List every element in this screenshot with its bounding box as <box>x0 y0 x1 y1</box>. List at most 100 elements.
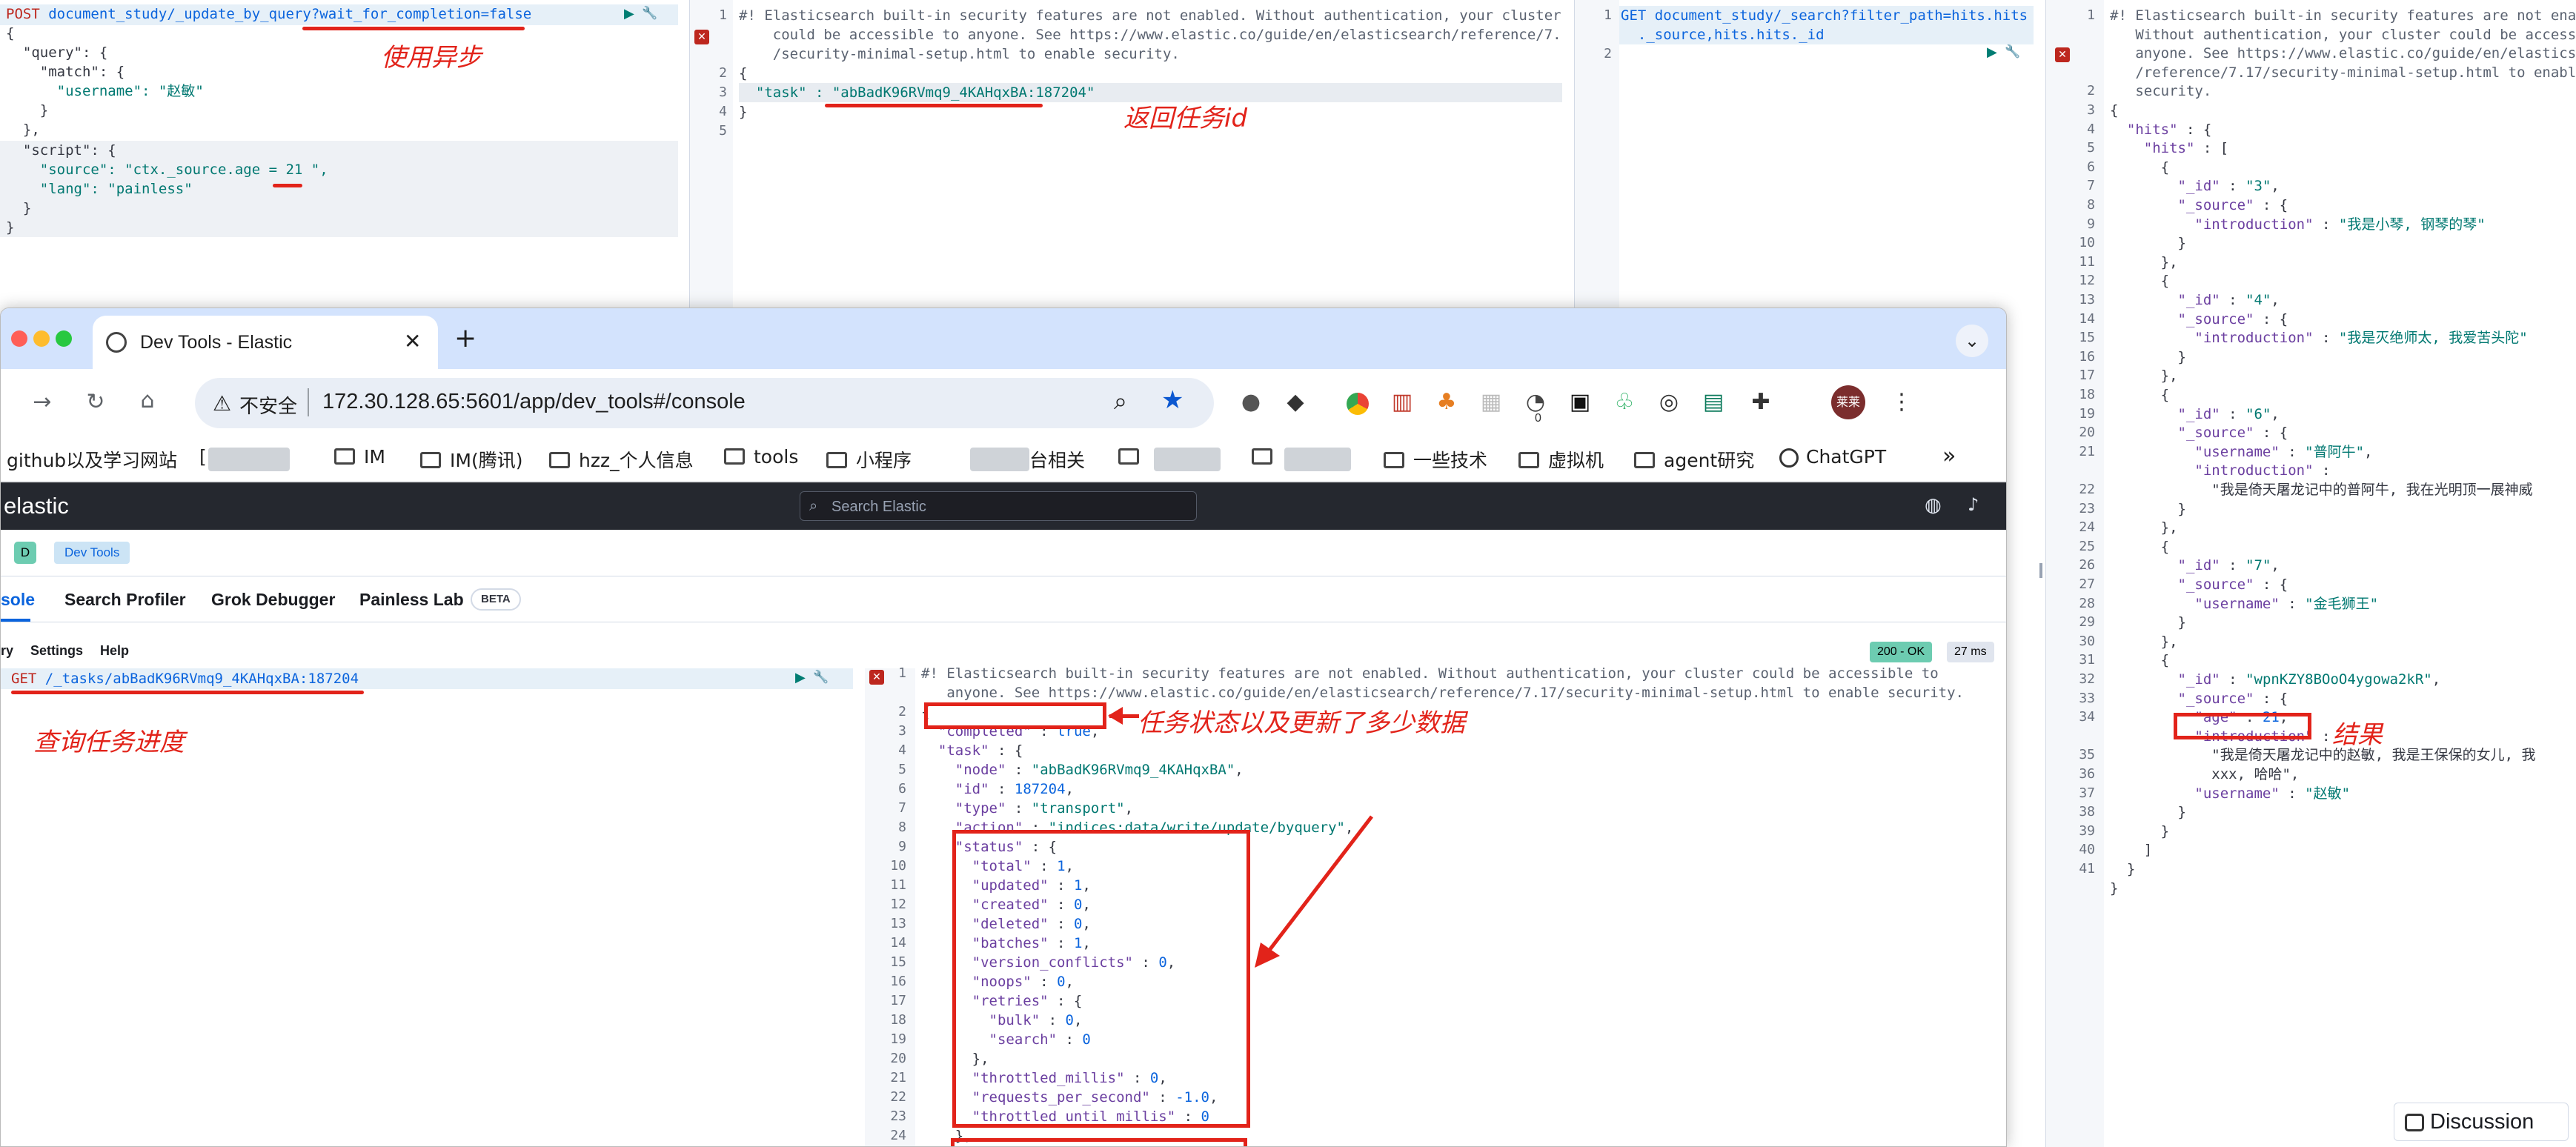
breadcrumb[interactable]: Dev Tools <box>54 542 130 564</box>
tab-painless-lab[interactable]: Painless Lab <box>359 590 464 610</box>
update-response-output: 1 2 3 4 5 ✕ #! Elasticsearch built-in se… <box>689 0 1562 307</box>
tab-dev-tools[interactable]: Dev Tools - Elastic ✕ <box>93 316 438 369</box>
more-bookmarks-chevron-icon[interactable]: » <box>1942 443 1956 469</box>
search-request-editor[interactable]: 1 2 GET document_study/_search?filter_pa… <box>1574 0 2034 307</box>
code-line: "hits" : [ <box>2143 140 2229 157</box>
minimize-window-icon[interactable] <box>33 330 50 347</box>
new-tab-button[interactable]: + <box>454 323 477 353</box>
line-number: 30 <box>2079 633 2095 649</box>
tab-search-profiler[interactable]: Search Profiler <box>64 590 186 610</box>
elastic-logo[interactable]: elastic <box>4 493 69 519</box>
code-line: } <box>2110 822 2170 840</box>
help-globe-icon[interactable]: ◍ <box>1925 494 1942 516</box>
profile-avatar[interactable]: 莱莱 <box>1831 385 1865 419</box>
help-link[interactable]: Help <box>100 643 129 659</box>
reload-icon[interactable]: ↻ <box>81 391 110 413</box>
update-request-editor[interactable]: POST document_study/_update_by_query?wai… <box>0 0 678 245</box>
code-line: "script": { <box>6 142 116 159</box>
kebab-menu-icon[interactable]: ⋮ <box>1889 391 1914 413</box>
home-icon[interactable]: ⌂ <box>133 390 162 412</box>
bookmark-blurred-folder[interactable] <box>1118 446 1148 468</box>
history-link[interactable]: ry <box>1 643 13 659</box>
tab-search-chevron-down-icon[interactable]: ⌄ <box>1956 325 1988 357</box>
line-number <box>2046 461 2095 480</box>
line-number <box>2046 25 2095 44</box>
bookmark-platform[interactable]: 台相关 <box>1029 446 1085 473</box>
wrench-icon[interactable]: 🔧 <box>2005 44 2020 59</box>
search-response-output: ✕ 1 #! Elasticsearch built-in security fe… <box>2045 0 2576 1147</box>
bookmark-label: 小程序 <box>856 450 912 471</box>
address-bar[interactable]: ⚠ 不安全 172.30.128.65:5601/app/dev_tools#/… <box>195 378 1214 428</box>
chrome-extension-icon[interactable] <box>1347 393 1369 415</box>
resize-handle[interactable] <box>2039 563 2042 578</box>
discussion-button[interactable]: Discussion <box>2394 1103 2569 1141</box>
folder-icon <box>826 452 847 468</box>
wrench-icon[interactable]: 🔧 <box>642 6 657 21</box>
close-window-icon[interactable] <box>11 330 27 347</box>
status-badge: 200 - OK <box>1870 642 1933 662</box>
line-number: 5 <box>2087 140 2095 156</box>
bookmark-star-icon[interactable]: ★ <box>1161 385 1184 415</box>
extension-icon[interactable]: ● <box>1238 391 1264 413</box>
books-extension-icon[interactable]: ▥ <box>1390 391 1415 413</box>
bookmark-blurred[interactable]: [ <box>199 446 207 468</box>
line-number: 31 <box>2079 652 2095 668</box>
forward-arrow-icon[interactable]: → <box>27 391 57 413</box>
run-request-icon[interactable]: ▶ <box>1987 44 1997 60</box>
insecure-label[interactable]: 不安全 <box>239 391 297 419</box>
code-line: anyone. See https://www.elastic.co/guide… <box>921 685 1964 701</box>
maximize-window-icon[interactable] <box>56 330 72 347</box>
run-request-icon[interactable]: ▶ <box>624 6 634 21</box>
puzzle-extensions-icon[interactable]: ✚ <box>1748 391 1773 413</box>
tab-console[interactable]: sole <box>1 590 35 610</box>
incognito-extension-icon[interactable]: ◎ <box>1656 391 1682 413</box>
line-number: 15 <box>890 954 906 970</box>
line-number: 21 <box>890 1070 906 1086</box>
tab-grok-debugger[interactable]: Grok Debugger <box>211 590 335 610</box>
run-request-icon[interactable]: ▶ <box>795 670 806 685</box>
bookmark-agent[interactable]: agent研究 <box>1634 446 1754 473</box>
zoom-search-icon[interactable]: ⌕ <box>1114 387 1127 416</box>
network-extension-icon[interactable]: ♣ <box>1434 391 1459 413</box>
code-line: }, <box>2110 633 2178 650</box>
bookmarks-bar: github以及学习网站 [ IM IM(腾讯) hzz_个人信息 tools … <box>1 437 2006 482</box>
console-request-editor[interactable]: GET /_tasks/abBadK96RVmq9_4KAHqxBA:18720… <box>1 668 853 1146</box>
bookmark-vm[interactable]: 虚拟机 <box>1518 446 1604 473</box>
bookmark-tools[interactable]: tools <box>724 446 798 468</box>
folder-icon <box>420 452 441 468</box>
history-extension-icon[interactable]: ◔ <box>1523 391 1548 413</box>
translate-extension-icon[interactable]: ▦ <box>1478 391 1504 413</box>
bookmark-chatgpt[interactable]: ChatGPT <box>1779 446 1886 468</box>
underline-task-id <box>825 104 1043 107</box>
sheet-extension-icon[interactable]: ▤ <box>1701 391 1726 413</box>
bookmark-github[interactable]: github以及学习网站 <box>7 446 177 473</box>
wrench-icon[interactable]: 🔧 <box>813 670 829 685</box>
close-tab-icon[interactable]: ✕ <box>404 329 421 353</box>
bookmark-tech[interactable]: 一些技术 <box>1384 446 1487 473</box>
code-line: }, <box>6 122 40 138</box>
blurred-region <box>1154 448 1221 471</box>
url-text[interactable]: 172.30.128.65:5601/app/dev_tools#/consol… <box>322 390 746 414</box>
warning-triangle-icon: ⚠ <box>213 391 232 416</box>
active-tab-indicator <box>1 619 30 622</box>
bookmark-blurred-folder[interactable] <box>1252 446 1281 468</box>
chat-bubble-icon <box>2405 1114 2424 1132</box>
search-icon: ⌕ <box>809 496 818 514</box>
bookmark-mini-program[interactable]: 小程序 <box>826 446 912 473</box>
highlight-status-box <box>951 1138 1247 1146</box>
global-search-input[interactable]: ⌕ Search Elastic <box>800 491 1197 521</box>
bookmark-personal-info[interactable]: hzz_个人信息 <box>549 446 694 473</box>
blurred-region <box>970 448 1029 471</box>
grid-extension-icon[interactable]: ▣ <box>1567 391 1593 413</box>
code-line: } <box>2110 235 2186 252</box>
space-avatar[interactable]: D <box>14 542 36 564</box>
code-line: xxx, 哈哈", <box>2110 766 2300 782</box>
settings-link[interactable]: Settings <box>30 643 83 659</box>
kibana-header: elastic ⌕ Search Elastic ◍ ♪ <box>1 482 2006 530</box>
bookmark-im[interactable]: IM <box>334 446 385 468</box>
evernote-extension-icon[interactable]: ◆ <box>1283 391 1308 413</box>
notifications-bell-icon[interactable]: ♪ <box>1968 494 1979 515</box>
line-number: 13 <box>890 916 906 931</box>
bookmark-im-tencent[interactable]: IM(腾讯) <box>420 446 522 473</box>
leaf-extension-icon[interactable]: ♧ <box>1612 391 1637 413</box>
